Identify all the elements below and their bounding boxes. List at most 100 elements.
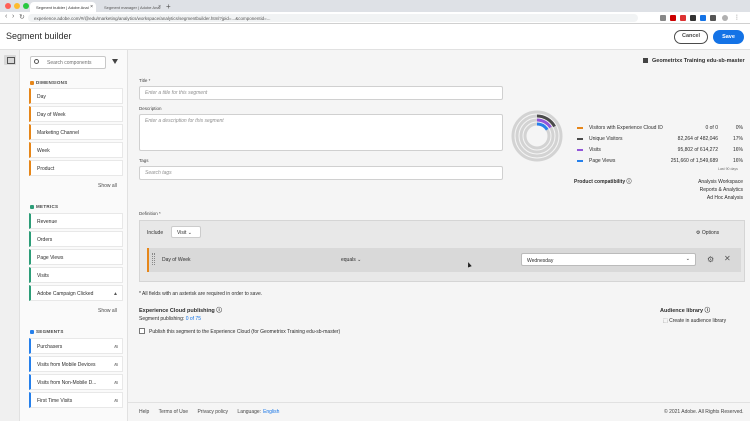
extension-icon[interactable] (670, 15, 676, 21)
summary-row: Unique Visitors 82,264 of 482,046 17% (577, 136, 745, 147)
segment-item[interactable]: Visits from Non-Mobile D... ʍ (29, 374, 123, 390)
dimension-item[interactable]: Day of Week (29, 106, 123, 122)
report-suite[interactable]: Geometrixx Training edu-sb-master (643, 58, 745, 64)
privacy-link[interactable]: Privacy policy (197, 409, 228, 415)
maximize-window-icon[interactable] (23, 3, 29, 9)
filter-icon[interactable] (112, 59, 118, 64)
ecp-status: Segment publishing: 0 of 75 (139, 316, 201, 322)
metric-item[interactable]: Adobe Campaign Clicked ▲ (29, 285, 123, 301)
publish-checkbox[interactable] (139, 328, 145, 334)
profile-avatar[interactable] (722, 15, 728, 21)
info-icon[interactable]: ⓘ (705, 308, 711, 314)
remove-rule-icon[interactable]: ✕ (724, 254, 731, 263)
browser-tab-segment-builder[interactable]: Segment builder | Adobe Anal × (30, 2, 96, 12)
menu-icon[interactable]: ⋮ (734, 15, 740, 21)
tab-label: Segment builder | Adobe Anal (36, 5, 89, 10)
summary-pct: 16% (732, 158, 743, 164)
search-icon (34, 59, 39, 64)
terms-link[interactable]: Terms of Use (159, 409, 188, 415)
definition-container: Include Visit ⌄ ⚙ Options Day of Week eq… (139, 220, 745, 282)
title-input[interactable]: Enter a title for this segment (139, 86, 503, 100)
chevron-down-icon: ⌄ (187, 230, 192, 236)
reload-icon[interactable]: ↻ (19, 13, 25, 21)
extension-icon[interactable] (690, 15, 696, 21)
back-icon[interactable]: ‹ (5, 13, 7, 20)
description-textarea[interactable]: Enter a description for this segment (139, 114, 503, 151)
shared-icon: ʍ (114, 344, 118, 350)
language-selector[interactable]: English (263, 409, 279, 415)
extension-icon[interactable] (700, 15, 706, 21)
export-icon: ⬚ (663, 318, 668, 324)
info-icon[interactable]: ⓘ (216, 308, 222, 314)
copyright: © 2021 Adobe. All Rights Reserved. (664, 409, 744, 415)
rule-dimension: Day of Week (162, 257, 191, 263)
close-tab-icon[interactable]: × (90, 4, 93, 10)
segment-item[interactable]: First Time Visits ʍ (29, 392, 123, 408)
forward-icon[interactable]: › (12, 13, 14, 20)
save-button[interactable]: Save (713, 30, 744, 44)
audience-library-title: Audience library (660, 308, 704, 314)
metric-item[interactable]: Revenue (29, 213, 123, 229)
segments-icon (30, 329, 34, 334)
summary-row: Visits 95,802 of 614,272 16% (577, 147, 745, 158)
components-panel-icon[interactable] (4, 55, 16, 65)
extension-icon[interactable] (710, 15, 716, 21)
series-swatch (577, 138, 583, 140)
search-components-input[interactable]: Search components (30, 56, 106, 69)
dimension-item[interactable]: Day (29, 88, 123, 104)
extension-icon[interactable] (680, 15, 686, 21)
info-icon[interactable]: ⓘ (627, 179, 632, 185)
cancel-button[interactable]: Cancel (674, 30, 708, 44)
ecp-status-link[interactable]: 0 of 75 (186, 316, 201, 322)
metrics-heading: METRICS (30, 204, 58, 209)
rule-settings-icon[interactable]: ⚙ (707, 255, 714, 264)
dimensions-show-all-link[interactable]: Show all (98, 183, 117, 189)
segments-heading: SEGMENTS (30, 329, 64, 334)
help-link[interactable]: Help (139, 409, 149, 415)
segment-item[interactable]: Visits from Mobile Devices ʍ (29, 356, 123, 372)
dimension-item[interactable]: Product (29, 160, 123, 176)
tab-strip: Segment builder | Adobe Anal × Segment m… (0, 0, 750, 12)
include-label: Include (147, 230, 164, 236)
container-scope-dropdown[interactable]: Visit ⌄ (171, 226, 201, 238)
browser-tab-segment-manager[interactable]: Segment manager | Adobe Anal × (98, 2, 164, 12)
publish-checkbox-label: Publish this segment to the Experience C… (149, 329, 341, 335)
item-label: Visits (37, 273, 49, 279)
required-note: * All fields with an asterisk are requir… (139, 291, 263, 297)
shared-icon: ʍ (114, 380, 118, 386)
metrics-show-all-link[interactable]: Show all (98, 308, 117, 314)
rule-operator-dropdown[interactable]: equals ⌄ (341, 257, 361, 263)
series-swatch (577, 127, 583, 129)
close-tab-icon[interactable]: × (158, 4, 161, 10)
extension-icon[interactable] (660, 15, 666, 21)
options-label: Options (701, 230, 720, 236)
create-in-audience-library-link[interactable]: ⬚ Create in audience library (663, 318, 726, 324)
summary-donut-chart (511, 110, 563, 162)
metric-item[interactable]: Orders (29, 231, 123, 247)
options-button[interactable]: ⚙ Options (696, 230, 719, 236)
drag-handle-icon[interactable] (152, 253, 155, 265)
components-panel: Search components DIMENSIONS Day Day of … (20, 50, 128, 421)
audience-library-heading: Audience library ⓘ (660, 306, 710, 314)
publish-checkbox-row[interactable]: Publish this segment to the Experience C… (139, 328, 340, 335)
date-range-note: Last 90 days (718, 167, 738, 171)
address-bar[interactable]: experience.adobe.com/#/@edu/marketing/an… (28, 14, 638, 22)
metric-item[interactable]: Page Views (29, 249, 123, 265)
rule-value-dropdown[interactable]: Wednesday ⌄ (521, 253, 696, 266)
browser-chrome: Segment builder | Adobe Anal × Segment m… (0, 0, 750, 24)
metric-item[interactable]: Visits (29, 267, 123, 283)
summary-row: Visitors with Experience Cloud ID 0 of 0… (577, 125, 745, 136)
minimize-window-icon[interactable] (14, 3, 20, 9)
dimension-item[interactable]: Week (29, 142, 123, 158)
segment-rule[interactable]: Day of Week equals ⌄ Wednesday ⌄ ⚙ ✕ (147, 248, 741, 272)
new-tab-icon[interactable]: + (166, 2, 171, 11)
segment-item[interactable]: Purchasers ʍ (29, 338, 123, 354)
ecp-title: Experience Cloud publishing (139, 308, 215, 314)
left-rail (0, 50, 20, 421)
footer: Help Terms of Use Privacy policy Languag… (128, 402, 750, 421)
tags-input[interactable]: Search tags (139, 166, 503, 180)
item-label: Adobe Campaign Clicked (37, 291, 94, 297)
ecp-heading: Experience Cloud publishing ⓘ (139, 306, 222, 314)
dimension-item[interactable]: Marketing Channel (29, 124, 123, 140)
close-window-icon[interactable] (5, 3, 11, 9)
